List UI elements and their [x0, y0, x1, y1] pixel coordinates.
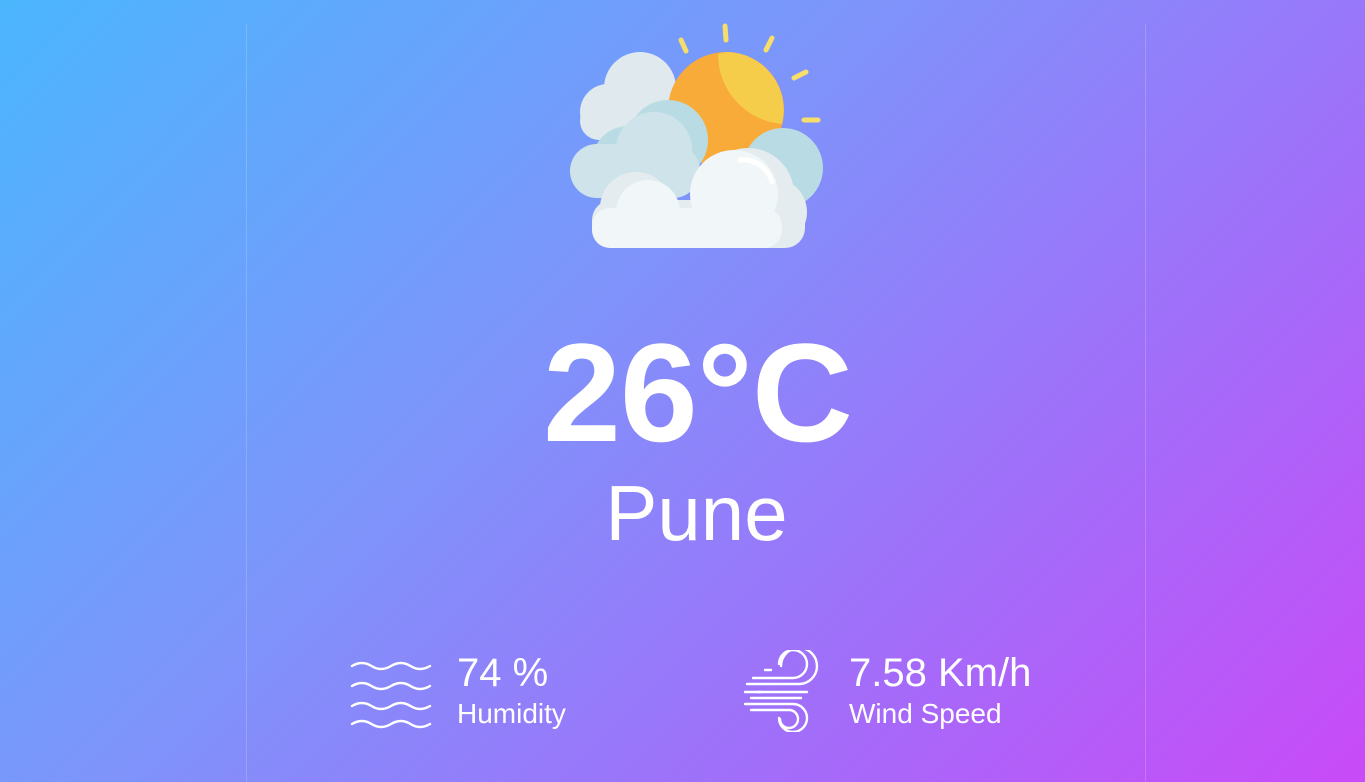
humidity-value: 74 %: [457, 651, 549, 695]
humidity-detail: 74 % Humidity: [350, 650, 610, 740]
wind-speed-value: 7.58 Km/h: [849, 651, 1032, 695]
city-name: Pune: [605, 469, 788, 557]
temperature: 26°C: [543, 314, 853, 471]
wind-icon: [743, 650, 819, 732]
wind-detail: 7.58 Km/h Wind Speed: [743, 650, 1063, 740]
wind-speed-label: Wind Speed: [849, 698, 1002, 729]
partly-cloudy-icon: [570, 23, 823, 248]
humidity-label: Humidity: [457, 698, 566, 729]
humidity-waves-icon: [350, 661, 432, 729]
